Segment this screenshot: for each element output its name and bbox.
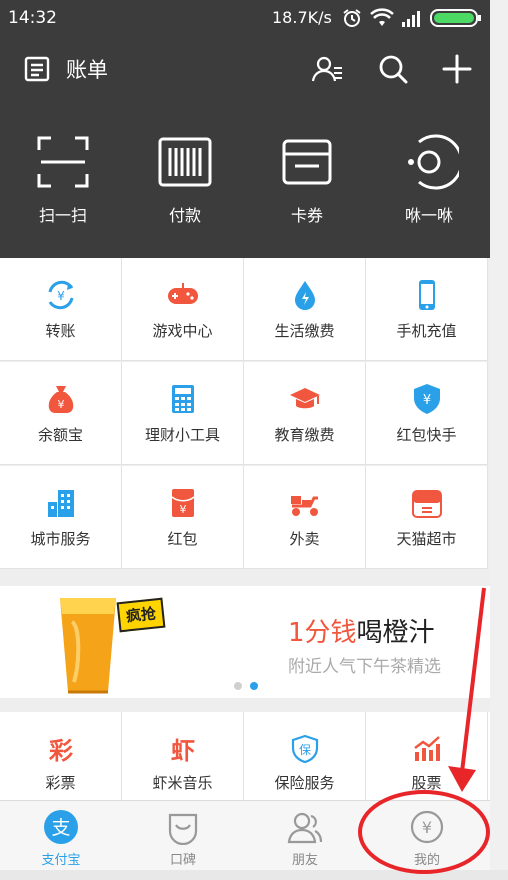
annotation-arrow-line xyxy=(460,587,486,773)
annotation-overlay xyxy=(358,587,490,874)
phone-screen: { "status": { "time": "14:32", "speed": … xyxy=(0,0,508,880)
annotation-circle xyxy=(358,790,490,874)
annotation-arrow-head xyxy=(448,766,476,792)
